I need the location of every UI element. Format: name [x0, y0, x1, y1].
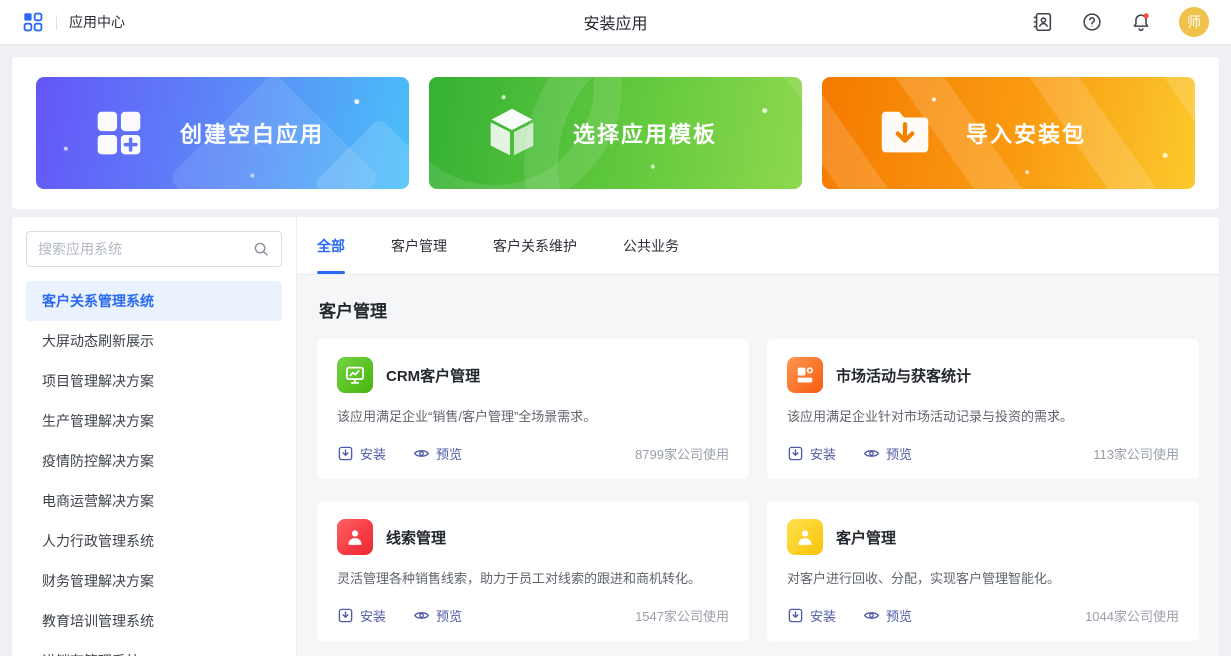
eye-icon [863, 607, 880, 624]
section-title: 客户管理 [319, 297, 1199, 322]
grid-plus-icon [88, 102, 150, 164]
search-icon[interactable] [252, 240, 270, 258]
sidebar-item-inventory[interactable]: 进销存管理系统 [26, 641, 282, 656]
banner-label: 创建空白应用 [180, 117, 324, 149]
usage-count: 113家公司使用 [1093, 444, 1179, 463]
app-card-grid: CRM客户管理 该应用满足企业“销售/客户管理”全场景需求。 安装 [317, 339, 1199, 641]
install-button[interactable]: 安装 [337, 606, 386, 625]
app-store-panel: 客户关系管理系统 大屏动态刷新展示 项目管理解决方案 生产管理解决方案 疫情防控… [12, 217, 1219, 656]
search-box [26, 231, 282, 267]
preview-button[interactable]: 预览 [863, 606, 912, 625]
app-title: CRM客户管理 [386, 365, 480, 386]
app-description: 灵活管理各种销售线索，助力于员工对线索的跟进和商机转化。 [337, 568, 729, 587]
sidebar-item-bigscreen[interactable]: 大屏动态刷新展示 [26, 321, 282, 361]
tab-customer-management[interactable]: 客户管理 [391, 217, 447, 274]
folder-download-icon [874, 102, 936, 164]
usage-count: 1547家公司使用 [635, 606, 729, 625]
eye-icon [413, 607, 430, 624]
person-icon [337, 519, 373, 555]
tab-customer-relationship[interactable]: 客户关系维护 [493, 217, 577, 274]
contact-book-icon[interactable] [1032, 11, 1054, 33]
dashboard-grid-icon [787, 357, 823, 393]
app-description: 对客户进行回收、分配，实现客户管理智能化。 [787, 568, 1179, 587]
preview-button[interactable]: 预览 [413, 444, 462, 463]
search-input[interactable] [38, 241, 252, 257]
sidebar-item-project[interactable]: 项目管理解决方案 [26, 361, 282, 401]
user-avatar[interactable]: 师 [1179, 7, 1209, 37]
app-card-crm: CRM客户管理 该应用满足企业“销售/客户管理”全场景需求。 安装 [317, 339, 749, 479]
install-download-icon [337, 445, 354, 462]
install-download-icon [787, 607, 804, 624]
sidebar-item-finance[interactable]: 财务管理解决方案 [26, 561, 282, 601]
monitor-chart-icon [337, 357, 373, 393]
main-area: 全部 客户管理 客户关系维护 公共业务 客户管理 [297, 217, 1219, 656]
preview-button[interactable]: 预览 [413, 606, 462, 625]
person-icon [787, 519, 823, 555]
banner-label: 导入安装包 [966, 117, 1086, 149]
install-download-icon [337, 607, 354, 624]
system-list: 客户关系管理系统 大屏动态刷新展示 项目管理解决方案 生产管理解决方案 疫情防控… [26, 281, 282, 656]
app-title: 客户管理 [836, 527, 896, 548]
apps-grid-icon[interactable] [22, 11, 44, 33]
install-button[interactable]: 安装 [787, 606, 836, 625]
notifications-bell-icon[interactable] [1130, 11, 1152, 33]
tab-public-business[interactable]: 公共业务 [623, 217, 679, 274]
category-tabs: 全部 客户管理 客户关系维护 公共业务 [297, 217, 1219, 275]
usage-count: 1044家公司使用 [1085, 606, 1179, 625]
eye-icon [863, 445, 880, 462]
sidebar-item-epidemic[interactable]: 疫情防控解决方案 [26, 441, 282, 481]
breadcrumb-app-center: 应用中心 [69, 12, 125, 32]
import-package-banner[interactable]: 导入安装包 [822, 77, 1195, 189]
banner-label: 选择应用模板 [573, 117, 717, 149]
app-description: 该应用满足企业针对市场活动记录与投资的需求。 [787, 406, 1179, 425]
sidebar-item-ecommerce[interactable]: 电商运营解决方案 [26, 481, 282, 521]
install-download-icon [787, 445, 804, 462]
sidebar: 客户关系管理系统 大屏动态刷新展示 项目管理解决方案 生产管理解决方案 疫情防控… [12, 217, 297, 656]
app-title: 市场活动与获客统计 [836, 365, 971, 386]
tab-all[interactable]: 全部 [317, 217, 345, 274]
app-card-marketing: 市场活动与获客统计 该应用满足企业针对市场活动记录与投资的需求。 安装 [767, 339, 1199, 479]
app-card-customer: 客户管理 对客户进行回收、分配，实现客户管理智能化。 安装 [767, 501, 1199, 641]
top-header: 应用中心 安装应用 师 [0, 0, 1231, 45]
sidebar-item-crm-system[interactable]: 客户关系管理系统 [26, 281, 282, 321]
install-button[interactable]: 安装 [787, 444, 836, 463]
help-icon[interactable] [1081, 11, 1103, 33]
app-description: 该应用满足企业“销售/客户管理”全场景需求。 [337, 406, 729, 425]
install-button[interactable]: 安装 [337, 444, 386, 463]
cube-icon [481, 102, 543, 164]
content-area: 客户管理 CRM客户管理 该应用满足企业“销 [297, 275, 1219, 656]
choose-template-banner[interactable]: 选择应用模板 [429, 77, 802, 189]
create-blank-app-banner[interactable]: 创建空白应用 [36, 77, 409, 189]
banner-panel: 创建空白应用 选择应用模板 导入安装包 [12, 57, 1219, 209]
sidebar-item-hr[interactable]: 人力行政管理系统 [26, 521, 282, 561]
header-divider [56, 15, 57, 30]
page-title: 安装应用 [583, 10, 647, 34]
preview-button[interactable]: 预览 [863, 444, 912, 463]
app-card-leads: 线索管理 灵活管理各种销售线索，助力于员工对线索的跟进和商机转化。 安装 [317, 501, 749, 641]
sidebar-item-education[interactable]: 教育培训管理系统 [26, 601, 282, 641]
eye-icon [413, 445, 430, 462]
usage-count: 8799家公司使用 [635, 444, 729, 463]
app-title: 线索管理 [386, 527, 446, 548]
sidebar-item-production[interactable]: 生产管理解决方案 [26, 401, 282, 441]
